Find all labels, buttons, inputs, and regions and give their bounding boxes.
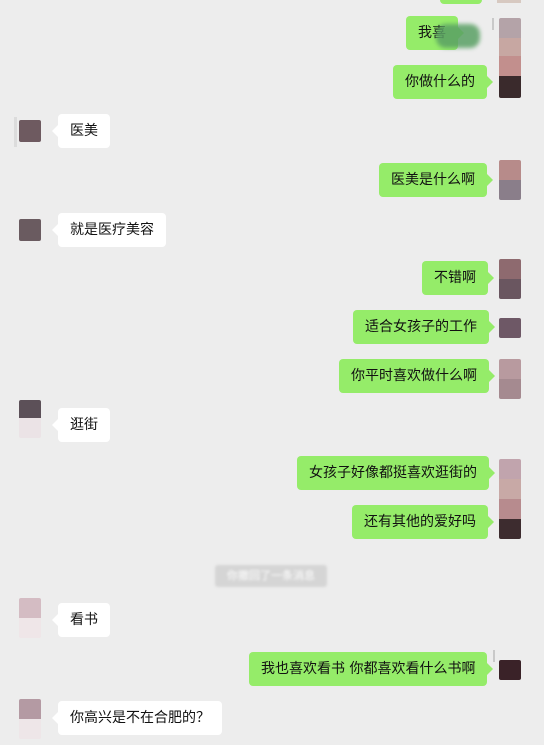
outgoing-message-bubble[interactable]: 不错啊 — [422, 261, 494, 295]
incoming-message-bubble[interactable]: 医美 — [52, 114, 110, 148]
incoming-message-bubble[interactable]: 就是医疗美容 — [52, 213, 166, 247]
self-avatar[interactable] — [499, 459, 521, 539]
incoming-message-bubble[interactable]: 看书 — [52, 603, 110, 637]
chat-conversation: 我喜 你做什么的 医美 医美是什么啊 就是医疗美容 不错啊 适合女孩子的工作 你… — [0, 0, 544, 745]
incoming-message-bubble[interactable]: 你高兴是不在合肥的？ — [52, 701, 222, 735]
read-tick — [492, 18, 494, 30]
contact-avatar[interactable] — [19, 699, 41, 739]
read-tick — [493, 650, 495, 662]
outgoing-message-bubble[interactable]: 适合女孩子的工作 — [353, 310, 495, 344]
outgoing-message-bubble[interactable]: 还有其他的爱好吗 — [352, 505, 494, 539]
self-avatar[interactable] — [499, 660, 521, 680]
self-avatar[interactable] — [499, 18, 521, 98]
redacted-blur-mark — [436, 24, 480, 48]
self-avatar[interactable] — [499, 318, 521, 338]
previous-avatar-edge — [497, 0, 521, 3]
outgoing-message-bubble[interactable]: 你做什么的 — [393, 65, 493, 99]
incoming-message-bubble[interactable]: 逛街 — [52, 408, 110, 442]
outgoing-message-bubble[interactable]: 你平时喜欢做什么啊 — [339, 359, 495, 393]
contact-avatar[interactable] — [19, 219, 41, 241]
contact-avatar[interactable] — [19, 598, 41, 638]
self-avatar[interactable] — [499, 359, 521, 399]
outgoing-message-bubble[interactable]: 医美是什么啊 — [379, 163, 493, 197]
sender-edge-mark — [14, 117, 17, 147]
outgoing-message-bubble[interactable]: 我也喜欢看书 你都喜欢看什么书啊 — [249, 652, 494, 686]
outgoing-message-bubble[interactable]: 女孩子好像都挺喜欢逛街的 — [297, 456, 495, 490]
contact-avatar[interactable] — [19, 400, 41, 438]
contact-avatar[interactable] — [19, 120, 41, 142]
recalled-message-notice: 你撤回了一条消息 — [215, 565, 327, 587]
self-avatar[interactable] — [499, 160, 521, 200]
previous-outgoing-bubble-edge — [440, 0, 482, 4]
self-avatar[interactable] — [499, 259, 521, 299]
